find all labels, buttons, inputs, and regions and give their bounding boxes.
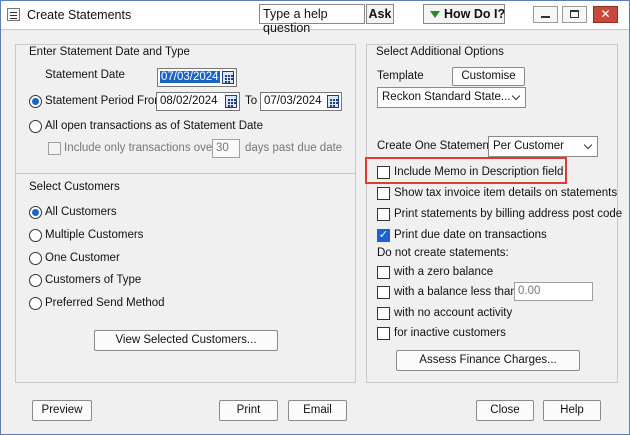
statement-period-label: Statement Period From [45,95,164,107]
inactive-checkbox[interactable] [377,327,390,340]
include-memo-label: Include Memo in Description field [394,166,564,178]
template-dropdown[interactable]: Reckon Standard State... [377,87,526,108]
customers-heading: Select Customers [29,181,120,193]
days-field[interactable]: 30 [212,139,240,158]
customer-option-radio[interactable] [29,229,42,242]
customer-option-radio[interactable] [29,252,42,265]
customer-option-radio[interactable] [29,297,42,310]
close-window-button[interactable]: ✕ [593,6,618,23]
how-do-i-button[interactable]: How Do I? [423,4,505,24]
section-divider [15,173,355,174]
close-button[interactable]: Close [476,400,534,421]
customer-option-label: One Customer [45,252,120,264]
print-due-checkbox[interactable]: ✓ [377,229,390,242]
all-open-label: All open transactions as of Statement Da… [45,120,263,132]
do-not-create-label: Do not create statements: [377,247,509,259]
include-memo-checkbox[interactable] [377,166,390,179]
create-statements-window: Create Statements Type a help question A… [0,0,630,435]
maximize-icon [570,10,579,18]
minimize-button[interactable] [533,6,558,23]
how-do-i-label: How Do I? [444,7,506,21]
options-heading: Select Additional Options [376,46,504,58]
print-billing-checkbox[interactable] [377,208,390,221]
customer-option-label: Customers of Type [45,274,142,286]
statement-date-label: Statement Date [45,69,125,81]
help-question-input[interactable]: Type a help question [259,4,365,35]
close-icon: ✕ [600,7,611,21]
calendar-icon[interactable] [225,95,237,108]
chevron-down-icon [511,91,521,101]
customer-option-label: Multiple Customers [45,229,144,241]
statement-period-radio[interactable] [29,95,42,108]
print-due-label: Print due date on transactions [394,229,547,241]
show-tax-checkbox[interactable] [377,187,390,200]
statement-date-field[interactable]: 07/03/2024 [157,68,237,87]
zero-balance-label: with a zero balance [394,266,494,278]
window-title: Create Statements [27,8,132,22]
days-suffix-label: days past due date [245,142,343,154]
ask-button[interactable]: Ask [366,4,394,24]
include-only-checkbox[interactable] [48,142,61,155]
calendar-icon[interactable] [222,71,234,84]
to-label: To [245,95,258,107]
chevron-down-icon [583,140,593,150]
email-button[interactable]: Email [288,400,347,421]
assess-finance-charges-button[interactable]: Assess Finance Charges... [396,350,580,371]
minimize-icon [541,16,550,18]
create-one-label: Create One Statement [377,140,493,152]
title-bar: Create Statements Type a help question A… [1,1,629,35]
calendar-icon[interactable] [327,95,339,108]
print-billing-label: Print statements by billing address post… [394,208,623,220]
balance-less-label: with a balance less than [394,286,517,298]
chevron-down-icon [430,11,440,18]
balance-threshold-field[interactable]: 0.00 [514,282,593,301]
customer-option-radio[interactable] [29,274,42,287]
period-to-field[interactable]: 07/03/2024 [260,92,342,111]
print-button[interactable]: Print [219,400,278,421]
all-open-radio[interactable] [29,120,42,133]
show-tax-label: Show tax invoice item details on stateme… [394,187,618,199]
customer-option-label: All Customers [45,206,117,218]
create-one-dropdown[interactable]: Per Customer [488,136,598,157]
view-selected-customers-button[interactable]: View Selected Customers... [94,330,278,351]
customer-option-radio[interactable] [29,206,42,219]
maximize-button[interactable] [562,6,587,23]
no-activity-checkbox[interactable] [377,307,390,320]
template-label: Template [377,70,424,82]
inactive-label: for inactive customers [394,327,506,339]
window-icon [7,8,20,21]
include-only-label: Include only transactions over [64,142,217,154]
customise-button[interactable]: Customise [452,67,525,86]
customer-option-label: Preferred Send Method [45,297,165,309]
help-button[interactable]: Help [543,400,601,421]
no-activity-label: with no account activity [394,307,513,319]
period-from-field[interactable]: 08/02/2024 [156,92,240,111]
preview-button[interactable]: Preview [32,400,92,421]
date-type-heading: Enter Statement Date and Type [29,46,190,58]
balance-less-checkbox[interactable] [377,286,390,299]
zero-balance-checkbox[interactable] [377,266,390,279]
